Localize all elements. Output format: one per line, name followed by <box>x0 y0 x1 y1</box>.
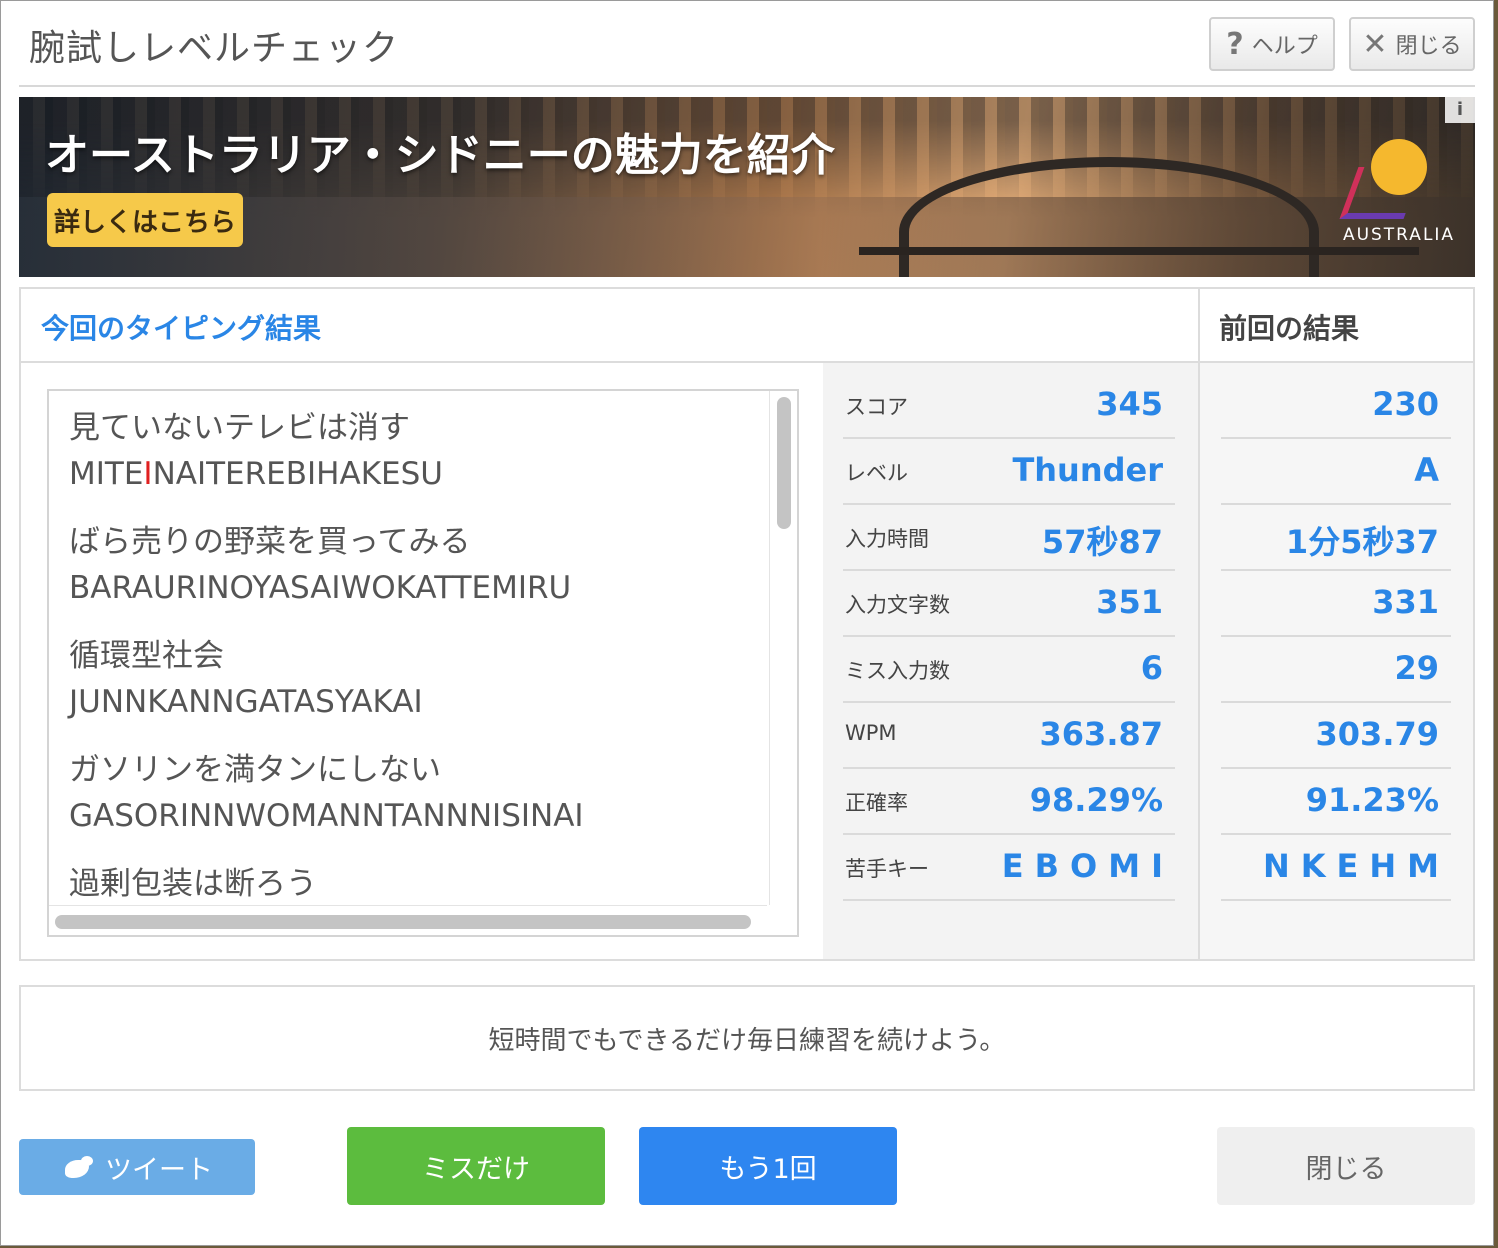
entry-romaji: JUNNKANNGATASYAKAI <box>69 684 423 720</box>
stat-label: レベル <box>845 461 908 485</box>
typed-text-list[interactable]: 見ていないテレビは消す MITEINAITEREBIHAKESU ばら売りの野菜… <box>47 389 799 937</box>
list-item: 過剰包装は断ろう <box>69 861 759 907</box>
stat-label: ミス入力数 <box>845 659 950 683</box>
entry-romaji: BARAURINOYASAIWOKATTEMIRU <box>69 570 572 606</box>
prev-value: 29 <box>1394 649 1439 687</box>
help-label: ヘルプ <box>1251 34 1318 59</box>
entry-japanese: 循環型社会 <box>69 638 224 674</box>
banner-bridge-deck <box>859 247 1419 255</box>
level-check-dialog: 腕試しレベルチェック ? ヘルプ ✕ 閉じる オーストラリア・シドニーの魅力を紹… <box>0 0 1494 1246</box>
horizontal-scrollbar[interactable] <box>49 905 767 935</box>
stat-value: 6 <box>1140 649 1163 687</box>
header-divider <box>19 85 1475 87</box>
stat-row-chars: 入力文字数 351 <box>843 571 1175 637</box>
entry-japanese: ばら売りの野菜を買ってみる <box>69 524 471 560</box>
prev-value: A <box>1414 451 1439 489</box>
entry-japanese: 見ていないテレビは消す <box>69 410 410 446</box>
close-header-label: 閉じる <box>1395 34 1462 59</box>
close-header-button[interactable]: ✕ 閉じる <box>1349 17 1475 71</box>
stat-row-misses: ミス入力数 6 <box>843 637 1175 703</box>
prev-row-weak-keys: NKEHM <box>1221 835 1451 901</box>
entry-japanese: ガソリンを満タンにしない <box>69 752 441 788</box>
list-item: 循環型社会 JUNNKANNGATASYAKAI <box>69 633 759 725</box>
list-item: ばら売りの野菜を買ってみる BARAURINOYASAIWOKATTEMIRU <box>69 519 759 611</box>
stat-label: 入力文字数 <box>845 593 950 617</box>
stat-value: 363.87 <box>1039 715 1163 753</box>
current-results-title: 今回のタイピング結果 <box>41 312 322 345</box>
prev-row-level: A <box>1221 439 1451 505</box>
entry-romaji: MITEINAITEREBIHAKESU <box>69 451 759 497</box>
vertical-scroll-thumb[interactable] <box>777 397 791 529</box>
retry-button[interactable]: もう1回 <box>639 1127 897 1205</box>
prev-row-wpm: 303.79 <box>1221 703 1451 769</box>
stat-label: 入力時間 <box>845 527 929 551</box>
prev-row-score: 230 <box>1221 373 1451 439</box>
close-icon: ✕ <box>1362 26 1388 62</box>
prev-row-chars: 331 <box>1221 571 1451 637</box>
prev-value: 331 <box>1372 583 1439 621</box>
banner-cta-button[interactable]: 詳しくはこちら <box>47 193 243 247</box>
vertical-scrollbar[interactable] <box>769 391 797 905</box>
help-icon: ? <box>1226 26 1244 62</box>
stat-value: Thunder <box>1012 451 1163 489</box>
tweet-button[interactable]: ツイート <box>19 1139 255 1195</box>
romaji-after-error: NAITEREBIHAKESU <box>152 456 443 492</box>
stat-row-level: レベル Thunder <box>843 439 1175 505</box>
stat-row-accuracy: 正確率 98.29% <box>843 769 1175 835</box>
miss-only-button[interactable]: ミスだけ <box>347 1127 605 1205</box>
banner-headline: オーストラリア・シドニーの魅力を紹介 <box>45 130 835 181</box>
prev-row-accuracy: 91.23% <box>1221 769 1451 835</box>
australia-logo-text: AUSTRALIA <box>1342 225 1456 245</box>
entry-japanese: 過剰包装は断ろう <box>69 866 317 902</box>
ad-banner[interactable]: オーストラリア・シドニーの魅力を紹介 詳しくはこちら i AUSTRALIA <box>19 97 1475 277</box>
stat-row-wpm: WPM 363.87 <box>843 703 1175 769</box>
prev-row-misses: 29 <box>1221 637 1451 703</box>
romaji-error-char: I <box>143 456 153 492</box>
twitter-bird-icon <box>61 1154 93 1180</box>
list-item: 見ていないテレビは消す MITEINAITEREBIHAKESU <box>69 405 759 497</box>
entry-romaji: GASORINNWOMANNTANNNISINAI <box>69 798 584 834</box>
stat-label: 正確率 <box>845 791 908 815</box>
stat-row-time: 入力時間 57秒87 <box>843 505 1175 571</box>
prev-value: 303.79 <box>1315 715 1439 753</box>
stat-row-score: スコア 345 <box>843 373 1175 439</box>
prev-value: NKEHM <box>1262 847 1450 885</box>
horizontal-scroll-thumb[interactable] <box>55 915 751 929</box>
practice-tip: 短時間でもできるだけ毎日練習を続けよう。 <box>19 985 1475 1091</box>
list-item: ガソリンを満タンにしない GASORINNWOMANNTANNNISINAI <box>69 747 759 839</box>
ad-info-icon[interactable]: i <box>1445 97 1475 123</box>
previous-results-title: 前回の結果 <box>1219 312 1360 345</box>
panel-divider-vertical <box>1198 289 1200 959</box>
stat-value: 98.29% <box>1029 781 1163 819</box>
romaji-before-error: MITE <box>69 456 144 492</box>
results-panel: 今回のタイピング結果 前回の結果 見ていないテレビは消す MITEINAITER… <box>19 287 1475 961</box>
prev-value: 1分5秒37 <box>1285 523 1439 561</box>
panel-divider-horizontal <box>21 361 1473 363</box>
stat-value: 351 <box>1096 583 1163 621</box>
prev-value: 91.23% <box>1305 781 1439 819</box>
stat-label: WPM <box>845 721 897 745</box>
prev-value: 230 <box>1372 385 1439 423</box>
stat-value: 345 <box>1096 385 1163 423</box>
stat-label: スコア <box>845 395 908 419</box>
tweet-label: ツイート <box>105 1154 213 1186</box>
close-button[interactable]: 閉じる <box>1217 1127 1475 1205</box>
dialog-title: 腕試しレベルチェック <box>29 28 400 69</box>
stat-value: 57秒87 <box>1041 523 1163 561</box>
stat-value: EBOMI <box>1001 847 1174 885</box>
stat-row-weak-keys: 苦手キー EBOMI <box>843 835 1175 901</box>
prev-row-time: 1分5秒37 <box>1221 505 1451 571</box>
stat-label: 苦手キー <box>845 857 929 881</box>
help-button[interactable]: ? ヘルプ <box>1209 17 1335 71</box>
